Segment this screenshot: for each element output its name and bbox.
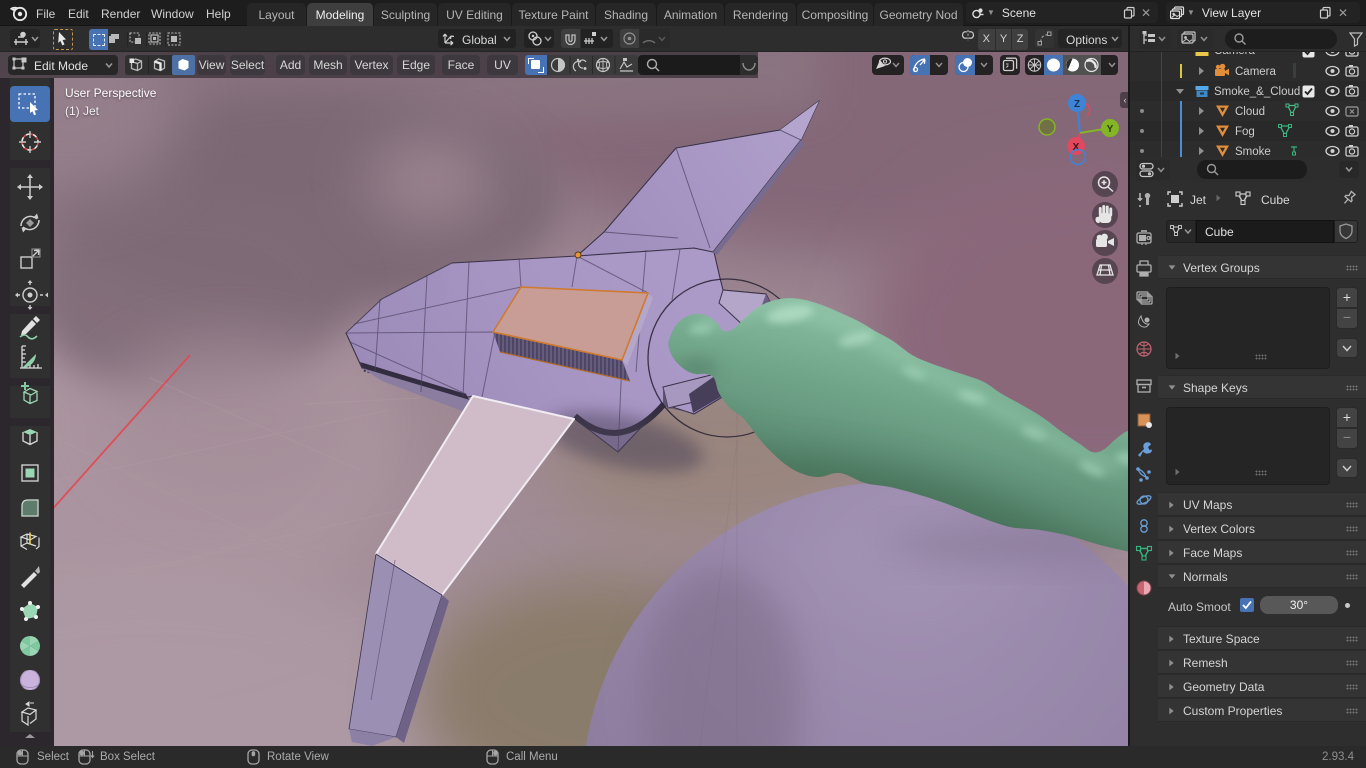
svg-text:Z: Z	[1074, 99, 1080, 110]
svg-text:Y: Y	[1107, 124, 1114, 135]
